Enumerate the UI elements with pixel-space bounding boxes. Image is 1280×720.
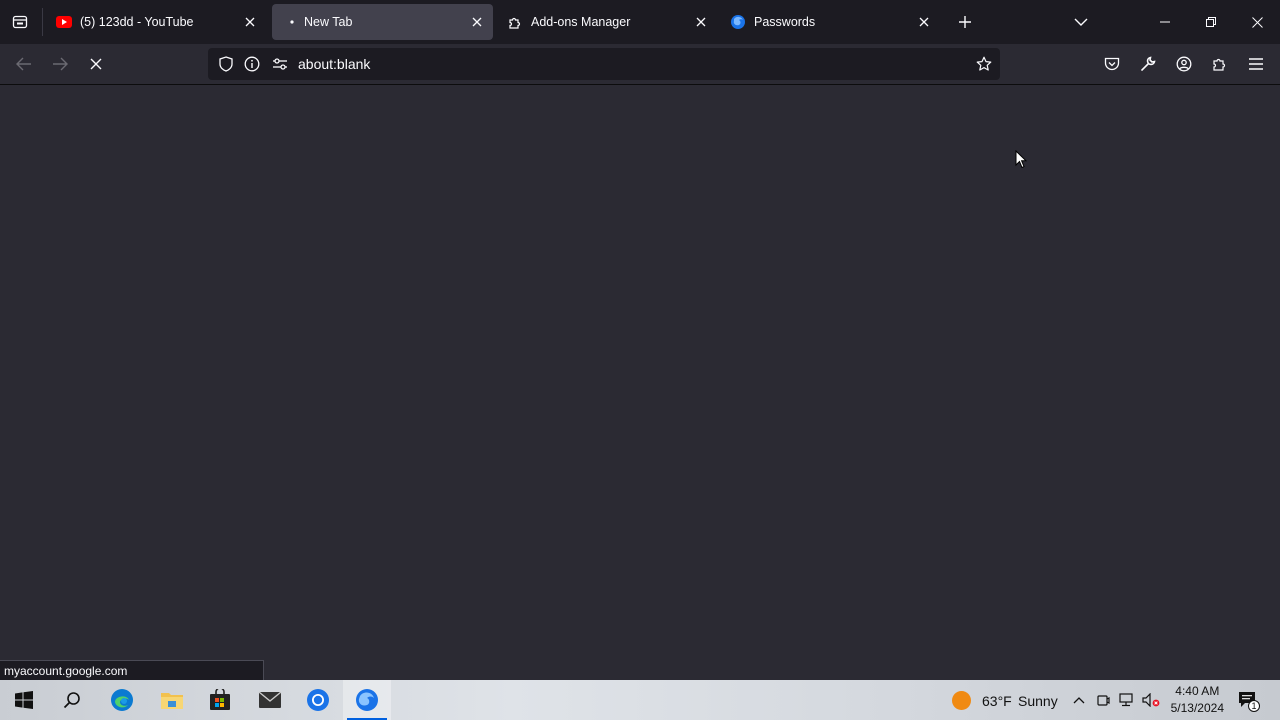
tab-new-tab[interactable]: New Tab: [272, 4, 493, 40]
tab-passwords[interactable]: Passwords: [718, 4, 940, 40]
forward-icon[interactable]: [44, 48, 76, 80]
clock[interactable]: 4:40 AM 5/13/2024: [1171, 683, 1224, 717]
minimize-icon[interactable]: [1144, 0, 1186, 44]
weather-description[interactable]: Sunny: [1018, 693, 1058, 709]
tab-label: New Tab: [304, 15, 353, 29]
tab-youtube[interactable]: (5) 123dd - YouTube: [44, 4, 266, 40]
tab-bar: (5) 123dd - YouTube New Tab Add-ons Mana…: [0, 0, 1280, 44]
list-all-tabs-icon[interactable]: [1066, 6, 1096, 38]
close-tab-icon[interactable]: [238, 10, 262, 34]
close-tab-icon[interactable]: [689, 10, 713, 34]
volume-muted-icon[interactable]: [1141, 690, 1161, 710]
permissions-icon[interactable]: [268, 52, 292, 76]
close-tab-icon[interactable]: [465, 10, 489, 34]
youtube-icon: [56, 14, 72, 30]
close-window-icon[interactable]: [1236, 0, 1278, 44]
pocket-icon[interactable]: [1096, 48, 1128, 80]
search-icon[interactable]: [48, 680, 96, 720]
sun-weather-icon: [952, 691, 971, 710]
microsoft-store-icon[interactable]: [196, 680, 244, 720]
page-content[interactable]: [0, 85, 1280, 680]
tab-label: (5) 123dd - YouTube: [80, 15, 194, 29]
notifications-icon[interactable]: 1: [1236, 688, 1260, 712]
tab-addons-manager[interactable]: Add-ons Manager: [495, 4, 717, 40]
extensions-icon[interactable]: [1204, 48, 1236, 80]
tab-label: Add-ons Manager: [531, 15, 631, 29]
url-bar[interactable]: about:blank: [208, 48, 1000, 80]
info-icon[interactable]: [240, 52, 264, 76]
chrome-icon[interactable]: [294, 680, 342, 720]
close-tab-icon[interactable]: [912, 10, 936, 34]
back-icon[interactable]: [8, 48, 40, 80]
loading-dot-icon: [288, 14, 296, 30]
windows-start-icon[interactable]: [0, 680, 48, 720]
bookmark-star-icon[interactable]: [972, 52, 996, 76]
url-text: about:blank: [298, 56, 371, 72]
clock-time: 4:40 AM: [1175, 684, 1220, 698]
chevron-up-icon[interactable]: [1070, 690, 1088, 710]
firefox-taskbar-icon[interactable]: [343, 680, 391, 720]
mail-icon[interactable]: [246, 680, 294, 720]
notification-badge: 1: [1248, 700, 1260, 712]
wrench-icon[interactable]: [1132, 48, 1164, 80]
account-icon[interactable]: [1168, 48, 1200, 80]
firefox-view-icon[interactable]: [4, 6, 36, 38]
restore-icon[interactable]: [1190, 0, 1232, 44]
weather-temperature[interactable]: 63°F: [982, 693, 1012, 709]
tab-separator: [42, 8, 43, 36]
status-link-preview: myaccount.google.com: [0, 660, 264, 680]
tracking-protection-icon[interactable]: [214, 52, 238, 76]
taskbar: 63°F Sunny 4:40 AM 5/13/2024 1: [0, 680, 1280, 720]
menu-icon[interactable]: [1240, 48, 1272, 80]
new-tab-icon[interactable]: [950, 6, 980, 38]
network-icon[interactable]: [1117, 690, 1137, 710]
edge-icon[interactable]: [98, 680, 146, 720]
meet-now-icon[interactable]: [1094, 690, 1112, 710]
stop-icon[interactable]: [80, 48, 112, 80]
tab-label: Passwords: [754, 15, 816, 29]
mouse-pointer-icon: [1015, 149, 1028, 174]
clock-date: 5/13/2024: [1170, 701, 1224, 715]
puzzle-icon: [507, 14, 523, 30]
firefox-icon: [730, 14, 746, 30]
navigation-toolbar: about:blank: [0, 44, 1280, 85]
file-explorer-icon[interactable]: [148, 680, 196, 720]
